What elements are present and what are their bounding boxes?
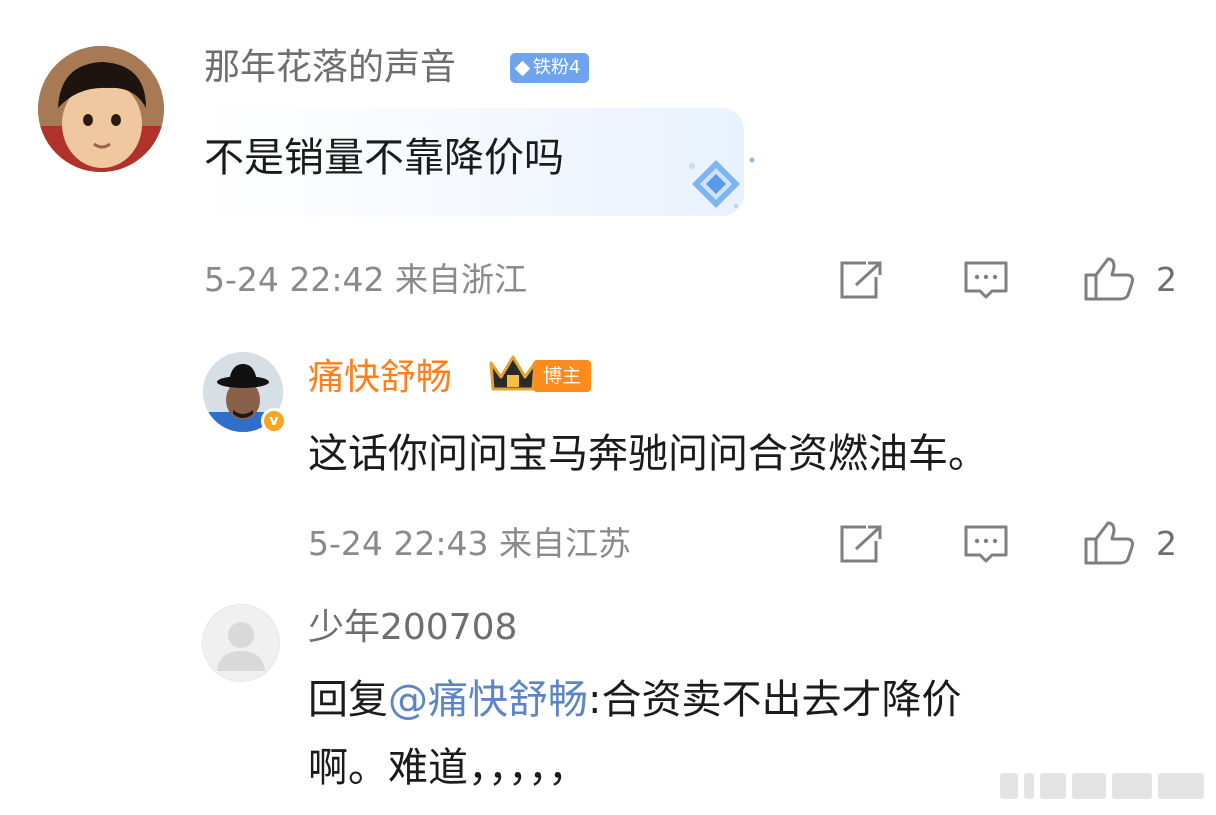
blogger-role-badge: 博主 (533, 360, 592, 392)
default-user-icon (217, 622, 265, 671)
share-icon[interactable] (838, 259, 884, 301)
blogger-username[interactable]: 痛快舒畅 (308, 356, 452, 400)
bubble-diamond-decoration-icon (689, 157, 755, 208)
reply-location: 来自江苏 (499, 524, 631, 563)
verified-badge: v (261, 408, 287, 434)
reply-like-count: 2 (1156, 524, 1177, 563)
reply2-text-line1: 回复@痛快舒畅:合资卖不出去才降价 (308, 672, 961, 728)
comment-text: 不是销量不靠降价吗 (204, 135, 564, 181)
like-icon[interactable] (1082, 255, 1136, 303)
comment-username[interactable]: 那年花落的声音 (204, 46, 456, 90)
reply2-text-line2: 啊。难道，，，，， (308, 745, 588, 791)
fan-level-badge: 铁粉4 (510, 53, 590, 83)
like-icon[interactable] (1082, 519, 1136, 567)
mention-link[interactable]: @痛快舒畅 (388, 677, 588, 723)
comment-icon[interactable] (962, 259, 1010, 301)
reply-timestamp: 5-24 22:43 来自江苏 (308, 524, 631, 564)
fan-badge-label: 铁粉4 (533, 57, 581, 78)
user-avatar[interactable] (38, 46, 164, 172)
diamond-icon (514, 60, 531, 76)
comment-time: 5-24 22:42 (204, 260, 385, 299)
reply2-text: :合资卖不出去才降价 (588, 677, 962, 723)
like-count: 2 (1156, 260, 1177, 299)
reply2-username[interactable]: 少年200708 (308, 606, 517, 650)
share-icon[interactable] (838, 523, 884, 565)
comment-location: 来自浙江 (395, 260, 527, 299)
reply-prefix: 回复 (308, 677, 388, 723)
blogger-avatar[interactable]: v (203, 352, 287, 434)
reply-time: 5-24 22:43 (308, 524, 489, 563)
reply-text: 这话你问问宝马奔驰问问合资燃油车。 (308, 431, 988, 477)
default-avatar[interactable] (202, 604, 280, 682)
comment-timestamp: 5-24 22:42 来自浙江 (204, 260, 527, 300)
comment-icon[interactable] (962, 523, 1010, 565)
watermark-placeholder (1000, 771, 1210, 801)
